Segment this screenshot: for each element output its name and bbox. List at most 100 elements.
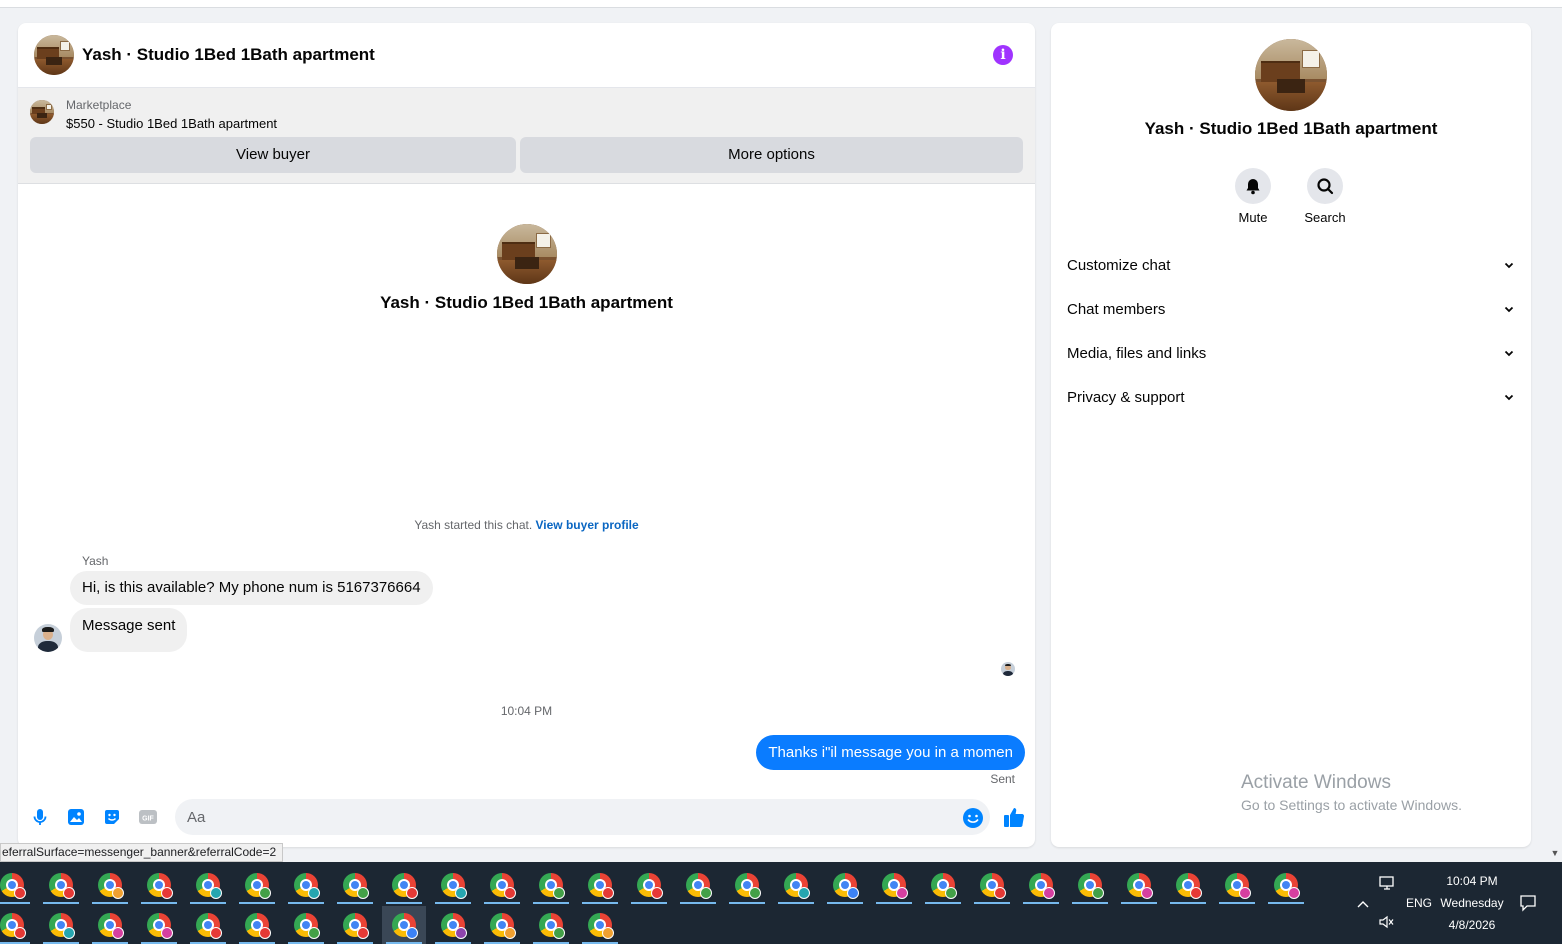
taskbar-chrome-icon-teal[interactable] (284, 866, 328, 904)
sender-avatar[interactable] (34, 624, 62, 652)
taskbar-chrome-icon-pink[interactable] (1215, 866, 1259, 904)
gif-icon[interactable]: GIF (138, 807, 158, 827)
clock-time[interactable]: 10:04 PM (1442, 874, 1502, 888)
taskbar-chrome-icon-green[interactable] (676, 866, 720, 904)
view-buyer-profile-link[interactable]: View buyer profile (536, 518, 639, 532)
taskbar-chrome-icon-orange[interactable] (578, 906, 622, 944)
profile-badge-icon (259, 887, 271, 899)
taskbar-chrome-icon-blue[interactable] (382, 906, 426, 944)
marketplace-listing-thumbnail[interactable] (30, 100, 54, 124)
incoming-message[interactable]: Message sent (70, 608, 188, 652)
sticker-icon[interactable] (102, 807, 122, 827)
chrome-icon-green (931, 873, 957, 899)
profile-badge-icon (455, 927, 467, 939)
taskbar-chrome-icon-green[interactable] (725, 866, 769, 904)
taskbar-chrome-icon-green[interactable] (235, 866, 279, 904)
clock-date[interactable]: 4/8/2026 (1442, 918, 1502, 932)
profile-badge-icon (1288, 887, 1300, 899)
taskbar-chrome-icon-red[interactable] (0, 866, 34, 904)
listing-avatar[interactable] (34, 35, 74, 75)
taskbar-chrome-icon-red[interactable] (970, 866, 1014, 904)
marketplace-listing-title[interactable]: $550 - Studio 1Bed 1Bath apartment (66, 116, 277, 131)
customize-chat-section[interactable]: Customize chat (1067, 247, 1515, 283)
taskbar-chrome-icon-pink[interactable] (137, 906, 181, 944)
intro-avatar (497, 224, 557, 284)
chrome-icon-red (49, 873, 75, 899)
search-button[interactable]: Search (1295, 168, 1355, 225)
microphone-icon[interactable] (30, 807, 50, 827)
chrome-icon-blue (392, 913, 418, 939)
chat-title[interactable]: Yash · Studio 1Bed 1Bath apartment (82, 45, 375, 65)
show-hidden-icons-chevron-up-icon[interactable] (1356, 896, 1370, 914)
taskbar-chrome-icon-teal[interactable] (186, 866, 230, 904)
taskbar-chrome-icon-red[interactable] (137, 866, 181, 904)
taskbar-chrome-icon-orange[interactable] (480, 906, 524, 944)
taskbar-chrome-icon-teal[interactable] (39, 906, 83, 944)
profile-badge-icon (504, 927, 516, 939)
taskbar-chrome-icon-red[interactable] (0, 906, 34, 944)
view-buyer-button[interactable]: View buyer (30, 137, 516, 173)
media-files-links-section[interactable]: Media, files and links (1067, 335, 1515, 371)
section-label: Privacy & support (1067, 388, 1185, 406)
taskbar-chrome-icon-pink[interactable] (872, 866, 916, 904)
profile-badge-icon (357, 927, 369, 939)
chrome-icon-red (196, 913, 222, 939)
profile-badge-icon (504, 887, 516, 899)
more-options-button[interactable]: More options (520, 137, 1023, 173)
info-icon[interactable]: i (993, 45, 1013, 65)
incoming-message[interactable]: Hi, is this available? My phone num is 5… (70, 571, 433, 605)
chrome-icon-green (539, 913, 565, 939)
language-indicator[interactable]: ENG (1406, 896, 1432, 910)
profile-badge-icon (406, 927, 418, 939)
notifications-icon[interactable] (1519, 894, 1537, 917)
chat-members-section[interactable]: Chat members (1067, 291, 1515, 327)
taskbar-chrome-icon-green[interactable] (921, 866, 965, 904)
network-icon[interactable] (1379, 875, 1397, 896)
taskbar-chrome-icon-pink[interactable] (1019, 866, 1063, 904)
profile-badge-icon (602, 887, 614, 899)
mute-button[interactable]: Mute (1223, 168, 1283, 225)
taskbar-chrome-icon-pink[interactable] (1117, 866, 1161, 904)
taskbar-chrome-icon-red[interactable] (1166, 866, 1210, 904)
taskbar-chrome-icon-red[interactable] (578, 866, 622, 904)
chrome-icon-teal (784, 873, 810, 899)
taskbar-chrome-icon-teal[interactable] (431, 866, 475, 904)
taskbar-chrome-icon-red[interactable] (186, 906, 230, 944)
taskbar-chrome-icon-pink[interactable] (88, 906, 132, 944)
profile-badge-icon (651, 887, 663, 899)
chrome-icon-red (490, 873, 516, 899)
chrome-icon-pink (1127, 873, 1153, 899)
taskbar-chrome-icon-red[interactable] (333, 906, 377, 944)
taskbar-chrome-icon-red[interactable] (627, 866, 671, 904)
thumbs-up-icon[interactable] (1002, 805, 1026, 829)
taskbar-chrome-icon-green[interactable] (333, 866, 377, 904)
outgoing-message[interactable]: Thanks i"il message you in a momen (756, 735, 1025, 770)
taskbar-chrome-icon-pink[interactable] (1264, 866, 1308, 904)
taskbar-chrome-icon-purple[interactable] (431, 906, 475, 944)
taskbar-chrome-icon-red[interactable] (382, 866, 426, 904)
taskbar-chrome-icon-green[interactable] (529, 866, 573, 904)
taskbar-chrome-icon-green[interactable] (1068, 866, 1112, 904)
taskbar-chrome-icon-orange[interactable] (88, 866, 132, 904)
taskbar-chrome-icon-teal[interactable] (774, 866, 818, 904)
scroll-down-arrow[interactable]: ▼ (1549, 848, 1561, 858)
volume-muted-icon[interactable] (1379, 915, 1395, 934)
photo-icon[interactable] (66, 807, 86, 827)
profile-badge-icon (700, 887, 712, 899)
privacy-support-section[interactable]: Privacy & support (1067, 379, 1515, 415)
taskbar-chrome-icon-green[interactable] (284, 906, 328, 944)
taskbar-chrome-icon-green[interactable] (529, 906, 573, 944)
taskbar-chrome-icon-red[interactable] (235, 906, 279, 944)
clock-day[interactable]: Wednesday (1440, 896, 1504, 910)
taskbar-chrome-icon-blue[interactable] (823, 866, 867, 904)
taskbar-chrome-icon-red[interactable] (39, 866, 83, 904)
message-input[interactable] (175, 799, 990, 835)
section-label: Media, files and links (1067, 344, 1207, 362)
chat-header: Yash · Studio 1Bed 1Bath apartment i (18, 23, 1035, 88)
info-avatar[interactable] (1255, 39, 1327, 111)
chrome-icon-pink (147, 913, 173, 939)
taskbar-chrome-icon-red[interactable] (480, 866, 524, 904)
chrome-icon-teal (196, 873, 222, 899)
profile-badge-icon (14, 927, 26, 939)
emoji-icon[interactable] (962, 807, 984, 829)
